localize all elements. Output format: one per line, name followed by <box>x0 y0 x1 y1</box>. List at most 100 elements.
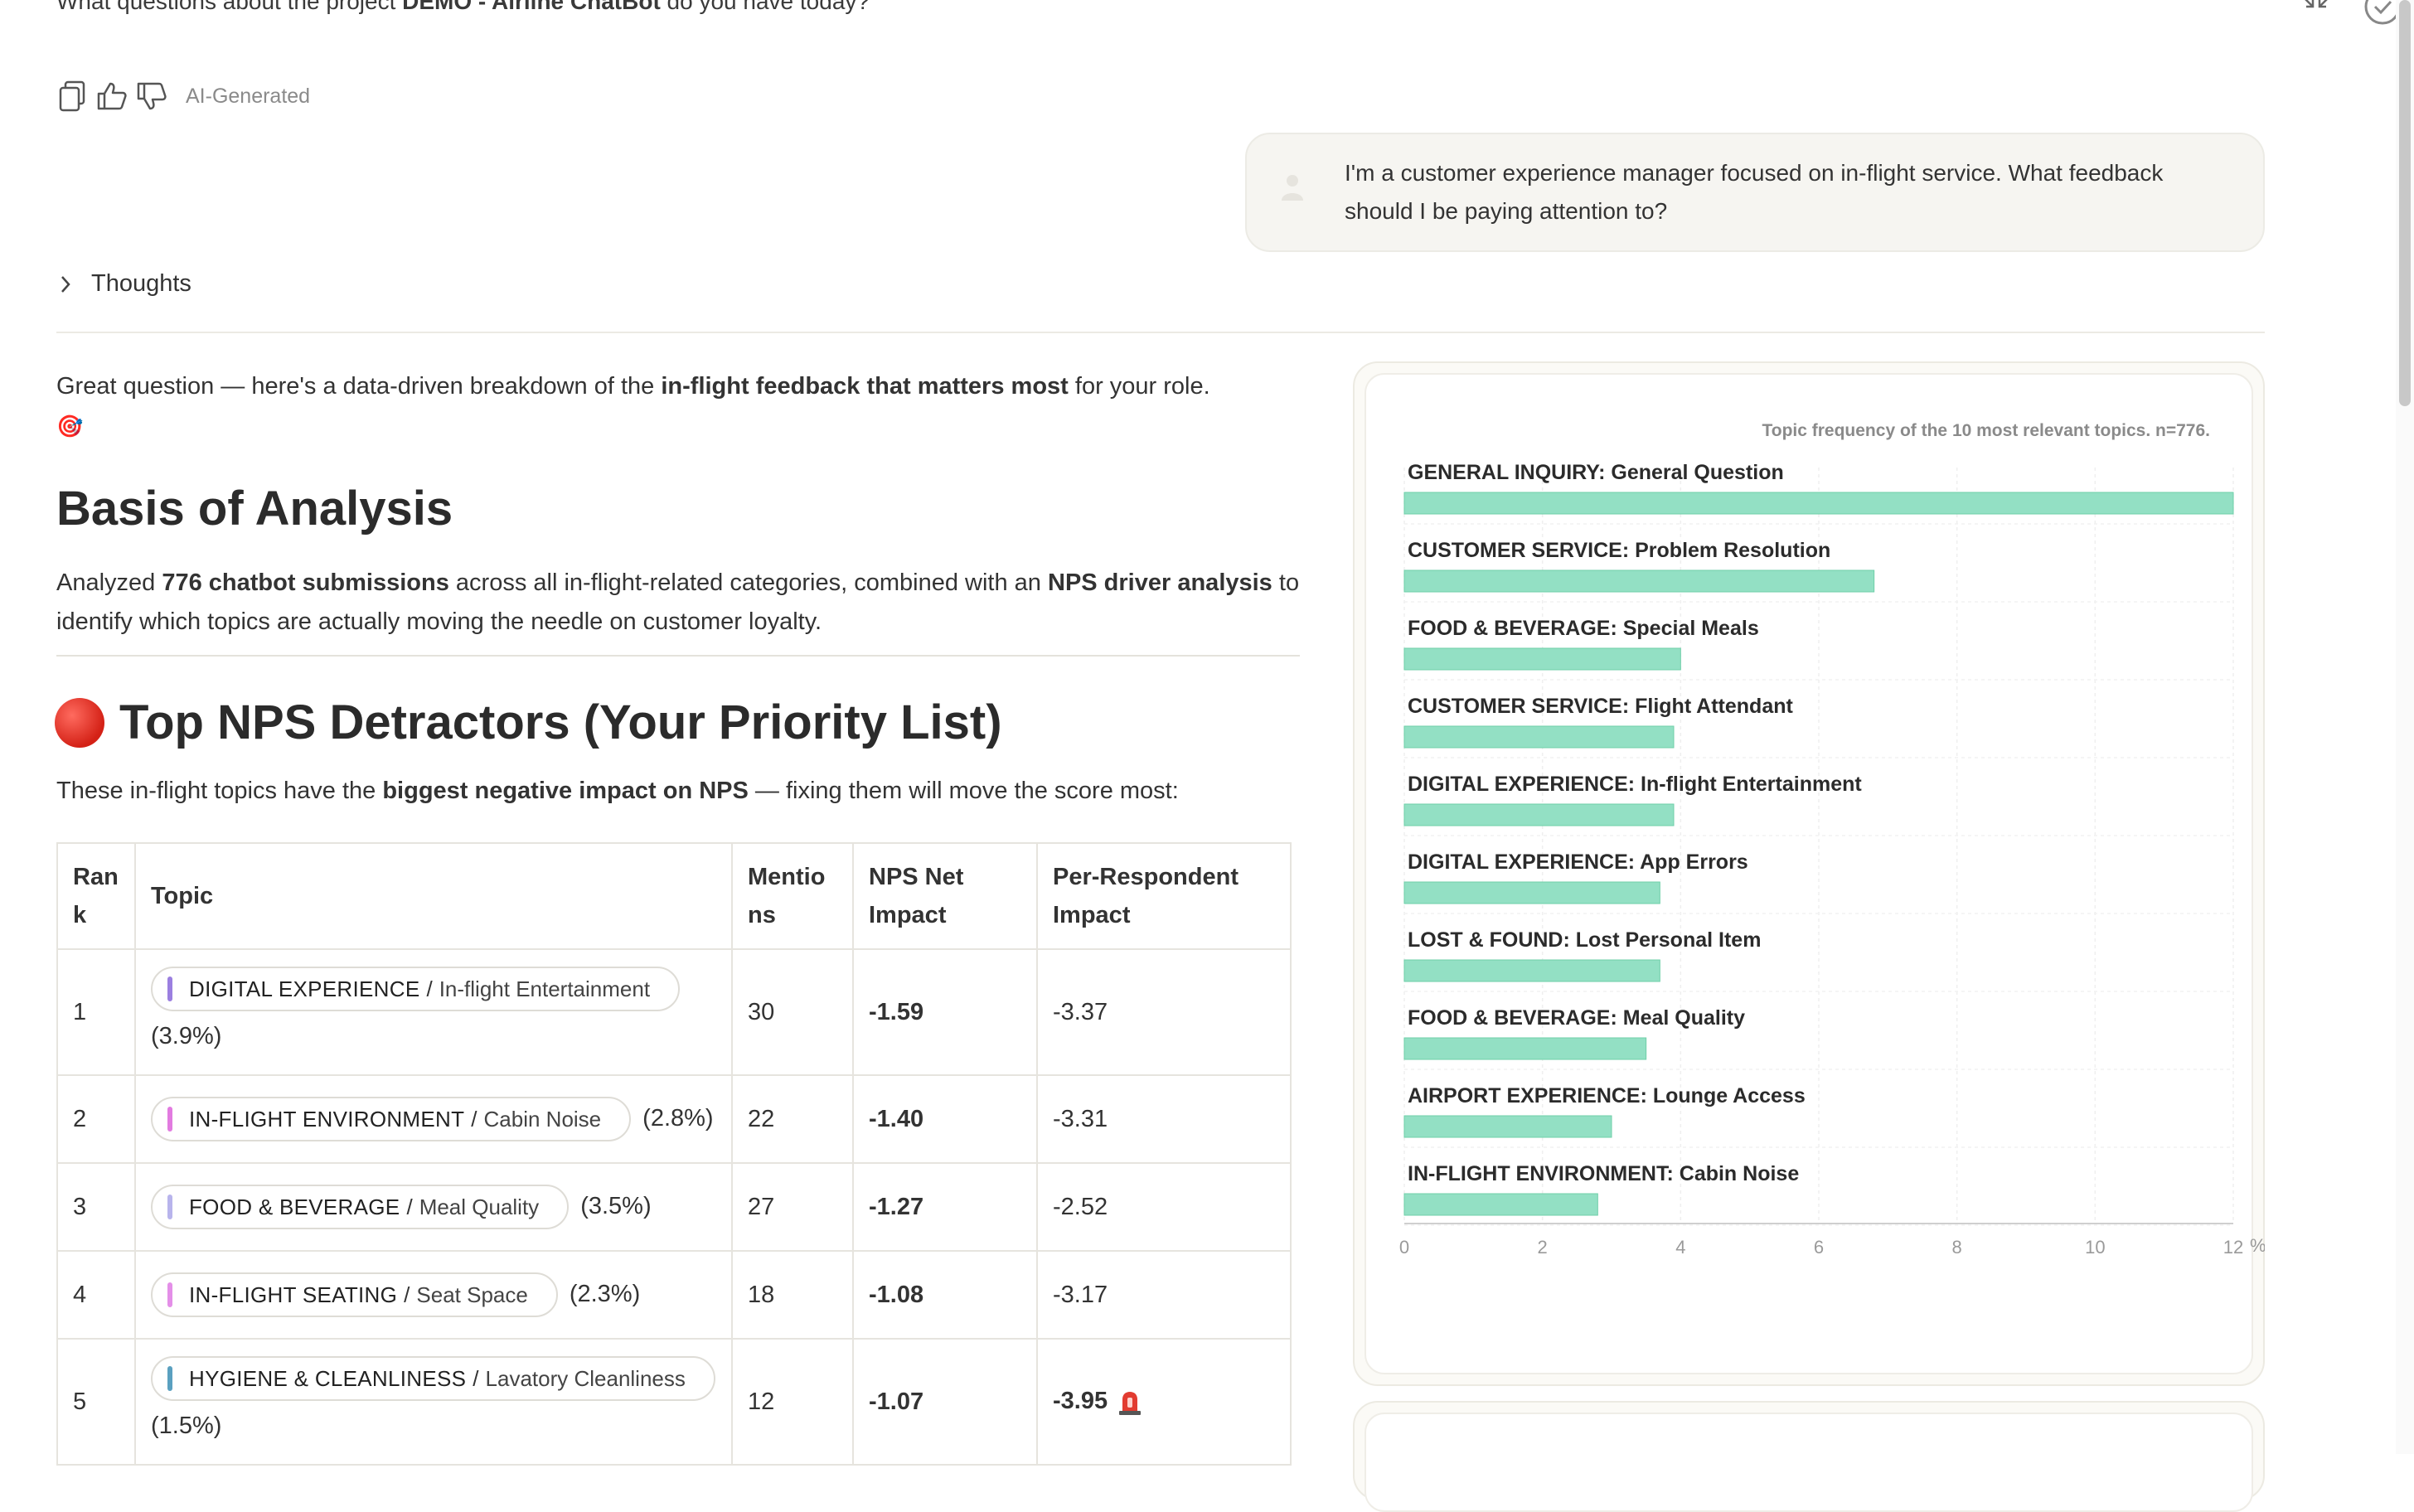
bar-category-label: CUSTOMER SERVICE: Problem Resolution <box>1408 539 1830 562</box>
per-respondent-value: -3.95 <box>1053 1387 1108 1414</box>
detractors-t2: — fixing them will move the score most: <box>748 778 1179 804</box>
ai-generated-label: AI-Generated <box>186 84 311 108</box>
topic-percent: (2.8%) <box>642 1104 714 1132</box>
nps-detractors-table: Ran k Topic Mentio ns NPS Net Impact Per… <box>56 842 1292 1466</box>
topic-color-bar <box>167 1282 172 1307</box>
per-respondent-cell: -3.95 <box>1036 1338 1292 1466</box>
topic-category: IN-FLIGHT ENVIRONMENT <box>189 1106 465 1132</box>
per-respondent-cell: -3.37 <box>1036 948 1292 1076</box>
rank-cell: 4 <box>56 1250 136 1340</box>
scrollbar-thumb[interactable] <box>2399 0 2411 406</box>
table-row: 1 DIGITAL EXPERIENCE / In-flight Enterta… <box>56 948 1292 1076</box>
intro-bold: in-flight feedback that matters most <box>661 373 1069 400</box>
rank-cell: 3 <box>56 1162 136 1252</box>
topic-separator: / <box>406 1194 413 1219</box>
topic-subcategory: Meal Quality <box>419 1194 540 1219</box>
header-rank-text: Ran k <box>73 864 119 928</box>
x-tick-label: 4 <box>1675 1237 1685 1258</box>
bar-category-label: FOOD & BEVERAGE: Meal Quality <box>1408 1006 1745 1030</box>
topic-percent: (2.3%) <box>569 1280 641 1307</box>
rank-cell: 2 <box>56 1074 136 1164</box>
mentions-cell: 12 <box>731 1338 854 1466</box>
net-impact-cell: -1.59 <box>852 948 1038 1076</box>
x-tick-label: 6 <box>1814 1237 1824 1258</box>
table-row: 2 IN-FLIGHT ENVIRONMENT / Cabin Noise (2.… <box>56 1074 1292 1164</box>
detractors-paragraph: These in-flight topics have the biggest … <box>56 778 1179 805</box>
copy-icon[interactable] <box>55 80 90 113</box>
topic-subcategory: Cabin Noise <box>483 1106 602 1132</box>
bar <box>1403 1115 1612 1138</box>
basis-heading: Basis of Analysis <box>56 482 453 536</box>
topic-chip[interactable]: IN-FLIGHT ENVIRONMENT / Cabin Noise <box>151 1097 632 1141</box>
topic-color-bar <box>167 1107 172 1132</box>
secondary-card-inner <box>1365 1413 2253 1512</box>
x-tick-label: 2 <box>1538 1237 1548 1258</box>
project-question: What questions about the project DEMO - … <box>56 0 870 15</box>
topic-cell: IN-FLIGHT SEATING / Seat Space (2.3%) <box>134 1250 733 1340</box>
topic-frequency-chart: Topic frequency of the 10 most relevant … <box>1399 421 2265 1258</box>
topic-subcategory: In-flight Entertainment <box>439 976 651 1002</box>
collapse-icon[interactable] <box>2300 0 2333 27</box>
target-emoji: 🎯 <box>56 414 84 439</box>
header-mentions-text: Mentio ns <box>748 864 826 928</box>
bar-category-label: FOOD & BEVERAGE: Special Meals <box>1408 617 1759 640</box>
topic-cell: HYGIENE & CLEANLINESS / Lavatory Cleanli… <box>134 1338 733 1466</box>
bar-category-label: GENERAL INQUIRY: General Question <box>1408 461 1784 484</box>
table-header-row: Ran k Topic Mentio ns NPS Net Impact Per… <box>56 842 1292 950</box>
rank-cell: 1 <box>56 948 136 1076</box>
header-topic: Topic <box>134 842 733 950</box>
user-message-bubble: I'm a customer experience manager focuse… <box>1245 133 2265 252</box>
bar <box>1403 881 1660 904</box>
mentions-cell: 18 <box>731 1250 854 1340</box>
rank-cell: 5 <box>56 1338 136 1466</box>
per-respondent-cell: -2.52 <box>1036 1162 1292 1252</box>
topic-category: DIGITAL EXPERIENCE <box>189 976 420 1002</box>
question-prefix: What questions about the project <box>56 0 403 14</box>
topic-subcategory: Lavatory Cleanliness <box>485 1366 686 1392</box>
siren-icon <box>1119 1392 1142 1416</box>
table-row: 5 HYGIENE & CLEANLINESS / Lavatory Clean… <box>56 1338 1292 1466</box>
topic-percent: (1.5%) <box>151 1413 222 1439</box>
red-circle-icon <box>55 697 104 748</box>
header-rank: Ran k <box>56 842 136 950</box>
thoughts-toggle[interactable]: Thoughts <box>58 270 191 298</box>
header-net-impact: NPS Net Impact <box>852 842 1038 950</box>
topic-chip[interactable]: DIGITAL EXPERIENCE / In-flight Entertain… <box>151 967 681 1012</box>
topic-chip[interactable]: IN-FLIGHT SEATING / Seat Space <box>151 1272 558 1317</box>
topic-chip[interactable]: HYGIENE & CLEANLINESS / Lavatory Cleanli… <box>151 1356 715 1402</box>
net-impact-cell: -1.08 <box>852 1250 1038 1340</box>
bar-category-label: DIGITAL EXPERIENCE: In-flight Entertainm… <box>1408 773 1862 796</box>
topic-separator: / <box>404 1282 410 1307</box>
thumbs-down-icon[interactable] <box>134 80 169 113</box>
bar-category-label: LOST & FOUND: Lost Personal Item <box>1408 928 1761 952</box>
thumbs-up-icon[interactable] <box>95 80 129 113</box>
topic-cell: IN-FLIGHT ENVIRONMENT / Cabin Noise (2.8%… <box>134 1074 733 1164</box>
chevron-right-icon <box>61 275 70 293</box>
bar <box>1403 569 1875 593</box>
topic-chip[interactable]: FOOD & BEVERAGE / Meal Quality <box>151 1185 570 1229</box>
detractors-heading-text: Top NPS Detractors (Your Priority List) <box>119 695 1002 749</box>
basis-paragraph: Analyzed 776 chatbot submissions across … <box>56 564 1308 642</box>
intro-after: for your role. <box>1068 373 1210 400</box>
x-tick-label: 12 <box>2223 1237 2243 1258</box>
x-axis-ticks: 0 2 4 6 8 10 12 <box>1399 1237 2243 1258</box>
detractors-heading: Top NPS Detractors (Your Priority List) <box>55 695 1002 750</box>
basis-b2: NPS driver analysis <box>1048 569 1272 596</box>
bar <box>1403 647 1681 671</box>
mentions-cell: 22 <box>731 1074 854 1164</box>
topic-subcategory: Seat Space <box>416 1282 528 1307</box>
topic-category: IN-FLIGHT SEATING <box>189 1282 398 1307</box>
message-feedback-row: AI-Generated <box>55 80 310 113</box>
header-mentions: Mentio ns <box>731 842 854 950</box>
topic-cell: FOOD & BEVERAGE / Meal Quality (3.5%) <box>134 1162 733 1252</box>
net-impact-cell: -1.40 <box>852 1074 1038 1164</box>
table-row: 3 FOOD & BEVERAGE / Meal Quality (3.5%) 2… <box>56 1162 1292 1252</box>
per-respondent-cell: -3.17 <box>1036 1250 1292 1340</box>
topic-cell: DIGITAL EXPERIENCE / In-flight Entertain… <box>134 948 733 1076</box>
topic-percent: (3.9%) <box>151 1023 222 1049</box>
bar-category-label: DIGITAL EXPERIENCE: App Errors <box>1408 850 1748 874</box>
mentions-cell: 27 <box>731 1162 854 1252</box>
user-avatar-icon <box>1282 175 1303 201</box>
basis-t1: Analyzed <box>56 569 162 596</box>
thoughts-label: Thoughts <box>91 270 191 297</box>
